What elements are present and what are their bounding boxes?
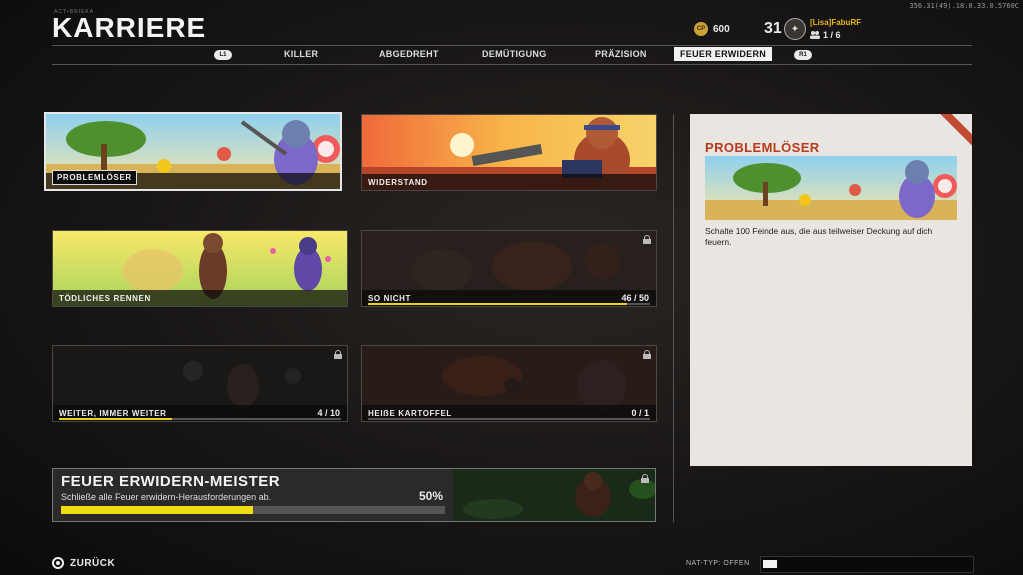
cod-points-amount: 600 bbox=[713, 23, 730, 35]
chat-input[interactable] bbox=[760, 556, 974, 573]
nat-type: NAT-TYP: OFFEN bbox=[686, 560, 750, 567]
party-count-text: 1 / 6 bbox=[823, 30, 841, 40]
challenge-card-heisse-kartoffel[interactable]: HEIẞE KARTOFFEL 0 / 1 bbox=[361, 345, 657, 422]
card-progress-count: 4 / 10 bbox=[317, 408, 340, 418]
player-name: [Lisa]FabuRF bbox=[810, 18, 862, 27]
lock-icon bbox=[641, 474, 649, 483]
back-button[interactable]: ZURÜCK bbox=[52, 557, 115, 569]
card-progress-bar bbox=[368, 418, 650, 420]
lock-icon bbox=[643, 350, 651, 359]
master-title: FEUER ERWIDERN-MEISTER bbox=[61, 473, 281, 490]
card-title: PROBLEMLÖSER bbox=[52, 170, 137, 185]
player-level: 31 bbox=[764, 20, 782, 37]
l1-button-icon[interactable]: L1 bbox=[214, 50, 232, 60]
card-progress-bar bbox=[368, 303, 650, 305]
card-title: HEIẞE KARTOFFEL bbox=[368, 409, 452, 418]
detail-image bbox=[705, 156, 957, 220]
cod-points: CP 600 bbox=[694, 22, 730, 36]
card-progress-bar bbox=[59, 418, 341, 420]
card-title: TÖDLICHES RENNEN bbox=[59, 294, 151, 303]
challenge-card-toedliches-rennen[interactable]: TÖDLICHES RENNEN bbox=[52, 230, 348, 307]
master-progress-fill bbox=[61, 506, 253, 514]
card-title: SO NICHT bbox=[368, 294, 412, 303]
challenge-card-weiter-immer-weiter[interactable]: WEITER, IMMER WEITER 4 / 10 bbox=[52, 345, 348, 422]
master-percent: 50% bbox=[419, 489, 444, 503]
lock-icon bbox=[643, 235, 651, 244]
master-challenge[interactable]: FEUER ERWIDERN-MEISTER Schließe alle Feu… bbox=[52, 468, 656, 522]
back-label: ZURÜCK bbox=[70, 557, 116, 569]
tab-abgedreht[interactable]: ABGEDREHT bbox=[379, 49, 439, 59]
r1-button-icon[interactable]: R1 bbox=[794, 50, 812, 60]
tab-killer[interactable]: KILLER bbox=[284, 49, 318, 59]
build-info: 356.31(49).18.0.33.0.5760C bbox=[909, 2, 1019, 10]
card-progress-fill bbox=[368, 303, 628, 305]
card-title: WIDERSTAND bbox=[368, 178, 428, 187]
card-title: WEITER, IMMER WEITER bbox=[59, 409, 167, 418]
master-progress-bar bbox=[61, 506, 445, 514]
detail-title: PROBLEMLÖSER bbox=[705, 140, 820, 155]
category-tabs: L1 KILLER ABGEDREHT DEMÜTIGUNG PRÄZISION… bbox=[52, 45, 972, 65]
card-progress-count: 46 / 50 bbox=[621, 293, 649, 303]
panel-divider bbox=[673, 114, 674, 522]
party-icon bbox=[810, 31, 820, 39]
tab-feuer-erwidern[interactable]: FEUER ERWIDERN bbox=[674, 47, 773, 61]
master-art bbox=[453, 469, 655, 521]
card-progress-fill bbox=[59, 418, 172, 420]
party-count: 1 / 6 bbox=[810, 30, 841, 40]
circle-button-icon bbox=[52, 557, 64, 569]
challenge-card-widerstand[interactable]: WIDERSTAND bbox=[361, 114, 657, 191]
lock-icon bbox=[334, 350, 342, 359]
tab-praezision[interactable]: PRÄZISION bbox=[595, 49, 647, 59]
corner-ribbon bbox=[932, 114, 972, 154]
challenge-card-problemloeser[interactable]: PROBLEMLÖSER bbox=[44, 112, 342, 191]
detail-description: Schalte 100 Feinde aus, die aus teilweis… bbox=[705, 226, 933, 247]
tab-demuetigung[interactable]: DEMÜTIGUNG bbox=[482, 49, 547, 59]
cod-points-icon: CP bbox=[694, 22, 708, 36]
rank-emblem-icon: ✦ bbox=[784, 18, 806, 40]
card-progress-count: 0 / 1 bbox=[631, 408, 649, 418]
challenge-card-so-nicht[interactable]: SO NICHT 46 / 50 bbox=[361, 230, 657, 307]
challenge-detail-panel: PROBLEMLÖSER Schalte 100 Feinde aus, die… bbox=[690, 114, 972, 466]
page-title: KARRIERE bbox=[52, 12, 207, 43]
master-description: Schließe alle Feuer erwidern-Herausforde… bbox=[61, 492, 272, 502]
chat-indicator-icon bbox=[763, 560, 777, 568]
